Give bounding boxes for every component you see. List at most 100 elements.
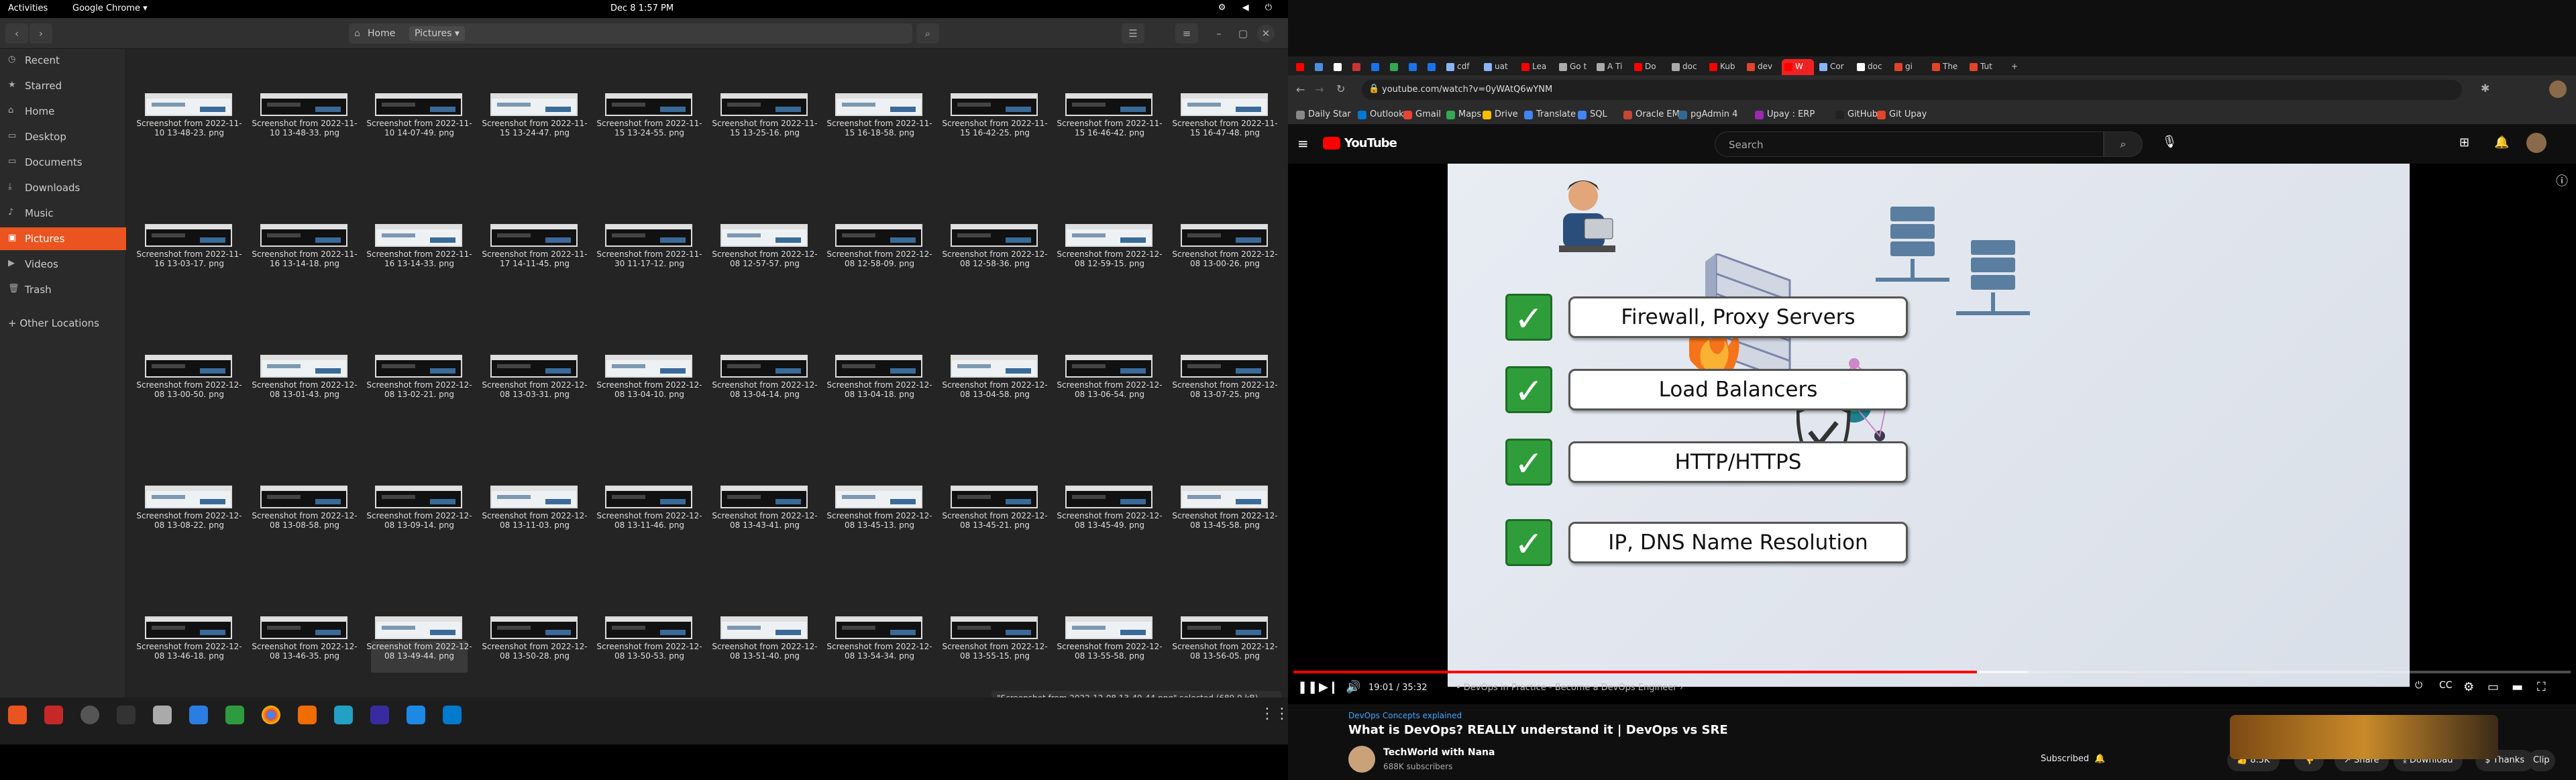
path-bar[interactable]: ⌂ Home Pictures ▾ xyxy=(349,23,912,44)
video-frame[interactable]: ✓ Firewall, Proxy Servers ✓ Load Balancers ✓… xyxy=(1448,164,2410,687)
file-name[interactable]: Screenshot from 2022-11-15 13-24-55. png xyxy=(592,119,707,137)
file-thumbnail[interactable] xyxy=(835,355,922,378)
bookmark[interactable]: Upay : ERP xyxy=(1755,109,1815,119)
browser-tab[interactable]: dev xyxy=(1744,59,1779,75)
file-thumbnail[interactable] xyxy=(605,486,692,508)
file-thumbnail[interactable] xyxy=(951,616,1038,639)
file-thumbnail[interactable] xyxy=(145,93,232,116)
dbeaver-icon[interactable] xyxy=(334,706,353,724)
file-thumbnail[interactable] xyxy=(720,224,808,247)
file-name[interactable]: Screenshot from 2022-12-08 13-43-41. png xyxy=(707,511,822,530)
browser-tab[interactable]: Cor xyxy=(1817,59,1851,75)
file-name[interactable]: Screenshot from 2022-11-15 16-47-48. png xyxy=(1167,119,1283,137)
view-list-icon[interactable]: ☰ xyxy=(1122,23,1144,44)
file-thumbnail[interactable] xyxy=(835,486,922,508)
channel-avatar[interactable] xyxy=(1348,746,1375,773)
file-thumbnail[interactable] xyxy=(720,93,808,116)
browser-tab[interactable] xyxy=(1350,59,1366,75)
file-name[interactable]: Screenshot from 2022-12-08 13-04-14. png xyxy=(707,380,822,399)
file-name[interactable]: Screenshot from 2022-12-08 13-11-03. png xyxy=(477,511,592,530)
file-name[interactable]: Screenshot from 2022-12-08 13-03-31. png xyxy=(477,380,592,399)
file-name[interactable]: Screenshot from 2022-12-08 13-45-58. png xyxy=(1167,511,1283,530)
ad-banner[interactable] xyxy=(2230,715,2498,759)
file-name[interactable]: Screenshot from 2022-12-08 13-00-50. png xyxy=(131,380,247,399)
file-thumbnail[interactable] xyxy=(375,355,462,378)
activities-button[interactable]: Activities xyxy=(8,3,48,13)
file-name[interactable]: Screenshot from 2022-12-08 13-07-25. png xyxy=(1167,380,1283,399)
file-thumbnail[interactable] xyxy=(605,616,692,639)
browser-tab[interactable]: The xyxy=(1929,59,1964,75)
settings-icon[interactable] xyxy=(80,706,99,724)
show-apps-icon[interactable]: ⋮⋮ xyxy=(1260,706,1289,724)
file-thumbnail[interactable] xyxy=(260,486,347,508)
bookmark[interactable]: Translate xyxy=(1524,109,1576,119)
bookmark[interactable]: pgAdmin 4 xyxy=(1678,109,1737,119)
file-name[interactable]: Screenshot from 2022-12-08 13-55-15. png xyxy=(937,642,1053,661)
file-thumbnail[interactable] xyxy=(145,224,232,247)
subscribed-button[interactable]: Subscribed 🔔 xyxy=(2031,748,2115,770)
miniplayer-icon[interactable]: ▭ xyxy=(2487,680,2499,694)
file-thumbnail[interactable] xyxy=(375,93,462,116)
address-bar[interactable]: 🔒 youtube.com/watch?v=0yWAtQ6wYNM xyxy=(1362,80,2462,100)
subtitles-icon[interactable]: CC xyxy=(2439,680,2453,691)
file-name[interactable]: Screenshot from 2022-11-30 11-17-12. png xyxy=(592,249,707,268)
bookmark[interactable]: Daily Star xyxy=(1296,109,1351,119)
file-thumbnail[interactable] xyxy=(260,355,347,378)
forward-icon[interactable]: › xyxy=(30,23,52,44)
browser-tab[interactable]: uat xyxy=(1481,59,1516,75)
browser-tab[interactable] xyxy=(1387,59,1403,75)
screenshot-icon[interactable] xyxy=(407,706,425,724)
terminal-icon[interactable] xyxy=(44,706,63,724)
file-name[interactable]: Screenshot from 2022-12-08 13-04-18. png xyxy=(822,380,937,399)
file-name[interactable]: Screenshot from 2022-11-15 16-42-25. png xyxy=(937,119,1053,137)
progress-bar[interactable] xyxy=(1293,671,2571,673)
sidebar-item-recent[interactable]: ◷ Recent xyxy=(0,49,126,72)
bell-icon[interactable]: 🔔 xyxy=(2494,135,2509,150)
menu-icon[interactable]: ≡ xyxy=(1297,135,1309,152)
reload-icon[interactable]: ↻ xyxy=(1336,82,1345,95)
settings-icon[interactable]: ⚙ xyxy=(2463,680,2474,694)
file-thumbnail[interactable] xyxy=(375,224,462,247)
forward-icon[interactable]: → xyxy=(1315,83,1324,96)
browser-tab[interactable]: A Ti xyxy=(1594,59,1629,75)
file-name[interactable]: Screenshot from 2022-12-08 13-46-18. png xyxy=(131,642,247,661)
file-thumbnail[interactable] xyxy=(490,224,578,247)
file-thumbnail[interactable] xyxy=(720,355,808,378)
bookmark[interactable]: SQL xyxy=(1578,109,1607,119)
file-name[interactable]: Screenshot from 2022-12-08 12-59-15. png xyxy=(1052,249,1167,268)
browser-tab[interactable]: W xyxy=(1782,59,1814,75)
sidebar-item-trash[interactable]: 🗑 Trash xyxy=(0,278,126,301)
file-thumbnail[interactable] xyxy=(490,486,578,508)
chapter-title[interactable]: • DevOps in Practice - Become a DevOps E… xyxy=(1456,683,1683,693)
file-thumbnail[interactable] xyxy=(490,93,578,116)
file-thumbnail[interactable] xyxy=(375,616,462,639)
clip-button[interactable]: Clip xyxy=(2528,750,2555,771)
browser-tab[interactable] xyxy=(1406,59,1422,75)
sidebar-item-other-locations[interactable]: + Other Locations xyxy=(0,312,126,335)
channel-name[interactable]: TechWorld with Nana xyxy=(1383,747,1495,758)
file-name[interactable]: Screenshot from 2022-11-17 14-11-45. png xyxy=(477,249,592,268)
browser-tab[interactable]: Tut xyxy=(1967,59,2002,75)
file-thumbnail[interactable] xyxy=(375,486,462,508)
file-name[interactable]: Screenshot from 2022-12-08 13-51-40. png xyxy=(707,642,822,661)
file-thumbnail[interactable] xyxy=(1181,355,1268,378)
file-name[interactable]: Screenshot from 2022-12-08 13-11-46. png xyxy=(592,511,707,530)
file-thumbnail[interactable] xyxy=(835,224,922,247)
writer-icon[interactable] xyxy=(189,706,208,724)
bookmark[interactable]: Gmail xyxy=(1403,109,1441,119)
file-thumbnail[interactable] xyxy=(490,616,578,639)
file-name[interactable]: Screenshot from 2022-11-15 16-46-42. png xyxy=(1052,119,1167,137)
file-name[interactable]: Screenshot from 2022-12-08 13-45-13. png xyxy=(822,511,937,530)
file-thumbnail[interactable] xyxy=(951,486,1038,508)
sidebar-item-videos[interactable]: ▶ Videos xyxy=(0,253,126,276)
youtube-logo-text[interactable]: YouTube xyxy=(1344,136,1397,150)
search-icon[interactable]: ⌕ xyxy=(916,23,939,44)
profile-avatar[interactable] xyxy=(2549,80,2567,98)
sidebar-item-starred[interactable]: ★ Starred xyxy=(0,74,126,97)
file-thumbnail[interactable] xyxy=(951,224,1038,247)
info-icon[interactable]: ⓘ xyxy=(2556,172,2568,189)
browser-tab[interactable] xyxy=(1425,59,1441,75)
browser-tab[interactable] xyxy=(1331,59,1347,75)
file-name[interactable]: Screenshot from 2022-12-08 13-45-49. png xyxy=(1052,511,1167,530)
file-name[interactable]: Screenshot from 2022-12-08 13-00-26. png xyxy=(1167,249,1283,268)
